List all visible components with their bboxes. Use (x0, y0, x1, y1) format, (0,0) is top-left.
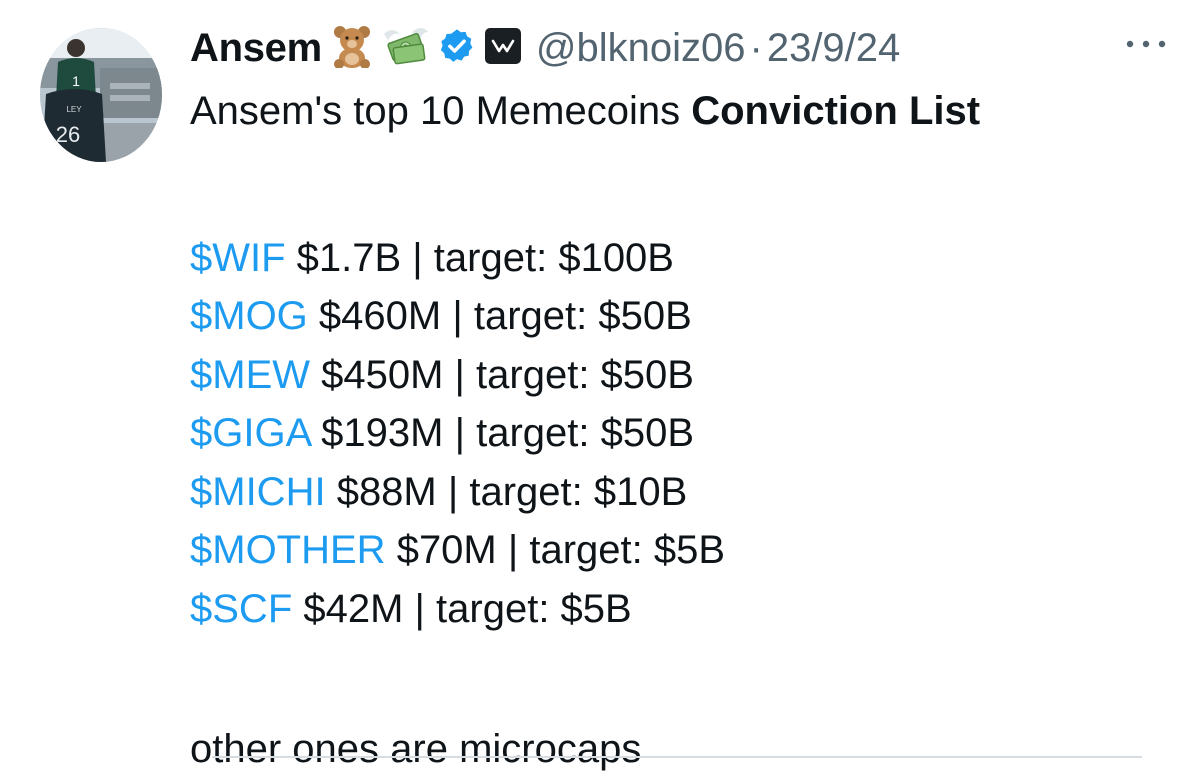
svg-text:1: 1 (72, 73, 80, 89)
cashtag-link[interactable]: $GIGA (190, 411, 310, 455)
teddy-bear-icon (330, 24, 374, 73)
header-separator: · (749, 25, 763, 70)
avatar[interactable]: 1 LEY 26 (40, 28, 162, 162)
list-item: $MICHI $88M | target: $10B (190, 463, 1180, 522)
author-handle[interactable]: @blknoiz06 (536, 26, 746, 71)
list-item: $MOG $460M | target: $50B (190, 287, 1180, 346)
cashtag-link[interactable]: $MOG (190, 294, 308, 338)
tweet-outro: other ones are microcaps (190, 727, 642, 771)
tweet-header: Ansem $ (190, 22, 900, 74)
money-with-wings-icon: $ (382, 24, 430, 73)
list-item-text: $70M | target: $5B (385, 528, 726, 572)
list-item-text: $193M | target: $50B (310, 411, 695, 455)
cashtag-link[interactable]: $MICHI (190, 470, 326, 514)
list-item-text: $450M | target: $50B (310, 352, 694, 397)
author-display-name[interactable]: Ansem (190, 26, 322, 71)
verified-badge-icon[interactable] (438, 27, 476, 70)
divider (212, 756, 1142, 758)
list-item: $WIF $1.7B | target: $100B (190, 229, 1180, 288)
list-item-text: $460M | target: $50B (307, 294, 692, 338)
tweet-intro: Ansem's top 10 Memecoins Conviction List (190, 82, 1180, 141)
cashtag-link[interactable]: $WIF (190, 236, 286, 280)
list-item-text: $88M | target: $10B (325, 469, 688, 514)
avatar-jersey-number: 26 (56, 122, 80, 147)
list-item: $MOTHER $70M | target: $5B (190, 521, 1180, 580)
list-item: $GIGA $193M | target: $50B (190, 404, 1180, 463)
tweet[interactable]: 1 LEY 26 Ansem @blknoiz06 · 23/9/24 Anse… (0, 0, 1200, 771)
cashtag-link[interactable]: $SCF (190, 587, 292, 631)
svg-text:LEY: LEY (66, 105, 82, 114)
cashtag-link[interactable]: $MOTHER (190, 528, 386, 572)
coin-list: $WIF $1.7B | target: $100B $MOG $460M | … (190, 229, 1180, 639)
more-options-icon[interactable] (1122, 34, 1170, 54)
intro-plain: Ansem's top 10 Memecoins (190, 89, 692, 133)
tweet-date[interactable]: 23/9/24 (767, 26, 900, 71)
list-item: $MEW $450M | target: $50B (190, 346, 1180, 405)
list-item-text: $42M | target: $5B (292, 586, 632, 631)
cashtag-link[interactable]: $MEW (190, 353, 310, 397)
tweet-text: Ansem's top 10 Memecoins Conviction List… (190, 82, 1180, 779)
affiliate-badge-icon[interactable] (484, 27, 522, 70)
list-item-text: $1.7B | target: $100B (285, 235, 674, 280)
list-item: $SCF $42M | target: $5B (190, 580, 1180, 639)
intro-bold: Conviction List (691, 89, 981, 133)
